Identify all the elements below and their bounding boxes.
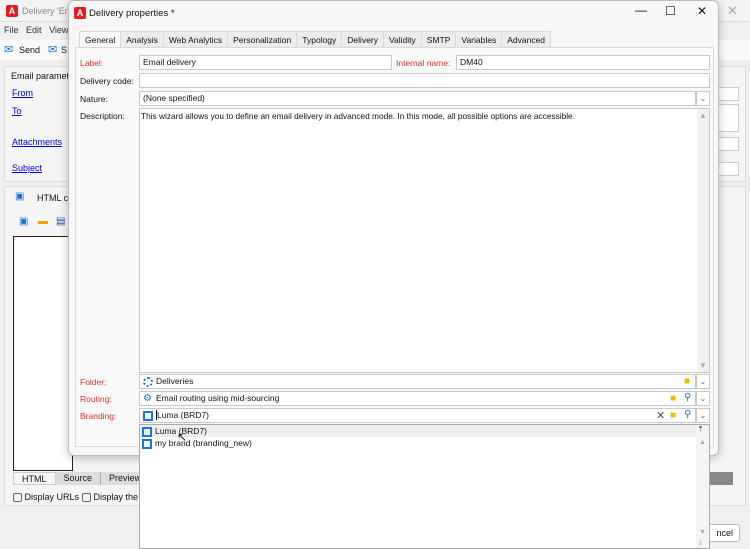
internal-name-label: Internal name: bbox=[396, 58, 451, 68]
label-input[interactable]: Email delivery bbox=[139, 55, 392, 70]
html-editor[interactable] bbox=[13, 236, 73, 471]
nature-select[interactable]: (None specified) bbox=[139, 91, 696, 106]
tab-advanced[interactable]: Advanced bbox=[501, 31, 552, 47]
clear-icon[interactable]: ✕ bbox=[656, 409, 665, 422]
tab-variables[interactable]: Variables bbox=[455, 31, 503, 47]
folder-label: Folder: bbox=[80, 377, 107, 387]
tab-source[interactable]: Source bbox=[55, 472, 101, 485]
attachments-link[interactable]: Attachments bbox=[12, 137, 62, 147]
delivery-code-label: Delivery code: bbox=[80, 76, 134, 86]
envelope-icon: ✉ bbox=[4, 44, 14, 56]
dialog-title: Delivery properties * bbox=[89, 8, 175, 19]
routing-value: Email routing using mid-sourcing bbox=[156, 393, 280, 403]
routing-label: Routing: bbox=[80, 394, 112, 404]
adobe-logo-icon: A bbox=[74, 7, 86, 19]
folder-icon[interactable]: ■ bbox=[670, 410, 676, 421]
subject-link[interactable]: Subject bbox=[12, 163, 42, 173]
from-link[interactable]: From bbox=[12, 88, 33, 98]
to-link[interactable]: To bbox=[12, 106, 22, 116]
chevron-down-icon[interactable]: ⌄ bbox=[696, 408, 710, 423]
folder-input[interactable]: Deliveries bbox=[139, 374, 696, 389]
subject-field[interactable] bbox=[717, 162, 739, 176]
menu-view[interactable]: View bbox=[49, 25, 68, 35]
menu-bar: File Edit View bbox=[4, 25, 73, 35]
delivery-code-input[interactable] bbox=[139, 73, 710, 88]
scroll-bottom-icon[interactable]: ⤓ bbox=[699, 539, 702, 547]
tab-smtp[interactable]: SMTP bbox=[420, 31, 457, 47]
background-window-title: Delivery 'Em bbox=[22, 6, 73, 16]
tab-analysis[interactable]: Analysis bbox=[120, 31, 164, 47]
email-parameters-title: Email paramet bbox=[11, 71, 70, 81]
list-item[interactable]: my brand (branding_new) bbox=[140, 437, 709, 449]
tab-typology[interactable]: Typology bbox=[296, 31, 343, 47]
branding-dropdown-list: Luma (BRD7) my brand (branding_new) ⤒ ▲ … bbox=[139, 424, 710, 549]
branding-input[interactable]: Luma (BRD7) bbox=[139, 408, 696, 423]
folder-tree-icon bbox=[143, 376, 153, 387]
tab-bar: General Analysis Web Analytics Personali… bbox=[79, 31, 552, 48]
html-document-icon: ▣ bbox=[15, 191, 25, 202]
minimize-icon[interactable]: — bbox=[635, 3, 647, 17]
chevron-down-icon[interactable]: ⌄ bbox=[696, 374, 710, 389]
routing-gear-icon: ⚙ bbox=[143, 392, 152, 404]
dropdown-scrollbar[interactable]: ⤒ ▲ ▼ ⤓ bbox=[696, 425, 709, 548]
close-icon[interactable]: ✕ bbox=[727, 3, 738, 19]
description-scrollbar[interactable]: ▲ ▼ bbox=[697, 109, 709, 372]
envelope-check-icon: ✉ bbox=[48, 44, 58, 56]
display-html-checkbox[interactable]: Display the H bbox=[82, 492, 147, 503]
tab-general[interactable]: General bbox=[79, 31, 122, 48]
scroll-down-icon[interactable]: ▼ bbox=[699, 529, 706, 536]
search-icon[interactable]: ⚲ bbox=[684, 409, 691, 420]
branding-icon bbox=[142, 438, 152, 449]
close-icon[interactable]: ✕ bbox=[697, 4, 707, 18]
menu-file[interactable]: File bbox=[4, 25, 19, 35]
mouse-cursor-icon: ↖ bbox=[177, 430, 188, 444]
branding-label: Branding: bbox=[80, 411, 117, 421]
send-button[interactable]: Send bbox=[19, 45, 40, 55]
description-textarea[interactable]: This wizard allows you to define an emai… bbox=[139, 108, 710, 373]
list-item-label: my brand (branding_new) bbox=[155, 438, 252, 448]
folder-icon[interactable]: ■ bbox=[684, 376, 690, 387]
tab-web-analytics[interactable]: Web Analytics bbox=[162, 31, 229, 47]
adobe-logo-icon: A bbox=[6, 5, 18, 17]
chevron-down-icon[interactable]: ⌄ bbox=[696, 391, 710, 406]
tab-validity[interactable]: Validity bbox=[383, 31, 422, 47]
folder-icon[interactable]: ■ bbox=[670, 393, 676, 404]
branding-icon bbox=[142, 426, 152, 437]
toolbar-button[interactable]: S bbox=[61, 45, 67, 55]
nature-label: Nature: bbox=[80, 94, 108, 104]
new-icon[interactable]: ▣ bbox=[19, 216, 28, 227]
branding-icon bbox=[143, 410, 153, 421]
scroll-down-icon[interactable]: ▼ bbox=[699, 361, 707, 370]
list-item[interactable]: Luma (BRD7) bbox=[140, 425, 709, 437]
routing-input[interactable]: ⚙ Email routing using mid-sourcing bbox=[139, 391, 696, 406]
from-field[interactable] bbox=[717, 87, 739, 101]
scroll-top-icon[interactable]: ⤒ bbox=[699, 426, 702, 434]
maximize-icon[interactable]: ☐ bbox=[665, 4, 676, 18]
save-icon[interactable]: ▤ bbox=[56, 216, 65, 227]
menu-edit[interactable]: Edit bbox=[26, 25, 42, 35]
description-label: Description: bbox=[80, 111, 125, 121]
open-folder-icon[interactable]: ▬ bbox=[38, 216, 48, 227]
branding-value: Luma (BRD7) bbox=[156, 410, 209, 420]
tab-delivery[interactable]: Delivery bbox=[341, 31, 384, 47]
chevron-down-icon[interactable]: ⌄ bbox=[696, 91, 710, 106]
internal-name-input[interactable]: DM40 bbox=[456, 55, 710, 70]
scroll-up-icon[interactable]: ▲ bbox=[699, 111, 707, 120]
display-urls-label: Display URLs bbox=[24, 492, 80, 502]
label-label: Label: bbox=[80, 58, 104, 68]
tab-html[interactable]: HTML bbox=[13, 472, 56, 485]
description-text: This wizard allows you to define an emai… bbox=[141, 111, 575, 121]
scroll-up-icon[interactable]: ▲ bbox=[699, 439, 706, 446]
folder-value: Deliveries bbox=[156, 376, 194, 386]
tab-personalization[interactable]: Personalization bbox=[227, 31, 298, 47]
search-icon[interactable]: ⚲ bbox=[684, 392, 691, 403]
display-urls-checkbox[interactable]: Display URLs bbox=[13, 492, 80, 503]
html-content-label: HTML c bbox=[37, 193, 69, 203]
attachments-field[interactable] bbox=[717, 137, 739, 151]
to-field[interactable] bbox=[717, 104, 739, 132]
